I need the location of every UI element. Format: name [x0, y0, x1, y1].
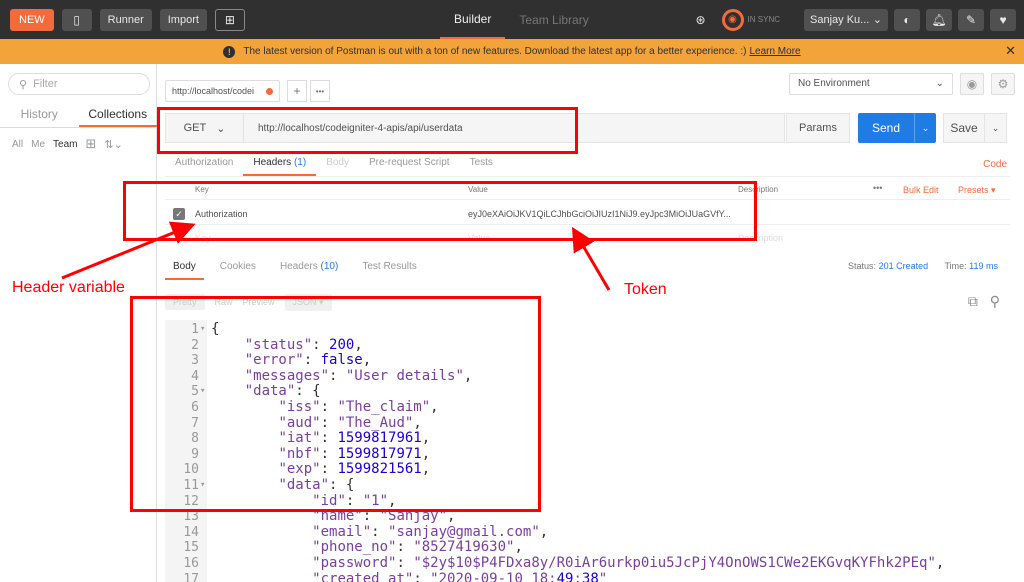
send-label: Send: [871, 121, 901, 135]
code-text: "phone_no": "8527419630",: [312, 539, 523, 556]
time-value: 119 ms: [969, 261, 998, 271]
new-window-icon[interactable]: ⊞: [214, 8, 245, 31]
code-line: 16 "password": "$2y$10$P4FDxa8y/R0iAr6ur…: [165, 555, 1010, 572]
heart-icon[interactable]: ♥: [990, 8, 1016, 31]
request-sub-tabs: Authorization Headers (1) Body Pre-reque…: [165, 153, 1010, 177]
add-tab-button[interactable]: +: [287, 80, 307, 102]
environment-value: No Environment: [798, 78, 870, 89]
line-number: 16: [183, 556, 199, 571]
builder-tabs: Builder Team Library: [440, 0, 603, 39]
filter-input[interactable]: ⚲ Filter: [8, 73, 150, 95]
chevron-down-icon: ⌄: [935, 78, 944, 89]
import-button[interactable]: Import: [159, 8, 207, 31]
code-line: 15 "phone_no": "8527419630",: [165, 540, 1010, 556]
filter-placeholder: Filter: [33, 78, 58, 90]
warning-icon: !: [223, 45, 236, 58]
code-text: "password": "$2y$10$P4FDxa8y/R0iAr6urkp0…: [312, 555, 945, 571]
tab-headers[interactable]: Headers (1): [243, 153, 317, 176]
tab-authorization[interactable]: Authorization: [165, 153, 243, 176]
sync-icon: ◉: [721, 8, 744, 31]
filter-all[interactable]: All: [12, 139, 23, 150]
top-right-tools: ⊛ ◉ IN SYNC Sanjay Ku... ⌄ ◐ 🔔︎ ✎ ♥: [682, 0, 1016, 39]
tab-test-results[interactable]: Test Results: [354, 258, 424, 280]
save-label: Save: [950, 121, 978, 135]
line-number: 17: [183, 571, 199, 582]
tab-collections[interactable]: Collections: [78, 102, 157, 127]
copy-icon[interactable]: ⧉: [968, 293, 978, 309]
response-annotation-box: [130, 296, 541, 512]
tab-pre-request-script[interactable]: Pre-request Script: [359, 153, 460, 176]
url-annotation-box: [157, 107, 578, 154]
environment-select[interactable]: No Environment ⌄: [789, 73, 953, 95]
code-line: 17 "created_at": "2020-09-10 18:49:38": [165, 570, 1010, 582]
response-headers-label: Headers: [279, 261, 318, 272]
sidebar-tools: All Me Team ⊞ ⇅⌄: [12, 136, 131, 152]
banner-text: The latest version of Postman is out wit…: [243, 46, 747, 57]
tab-team-library[interactable]: Team Library: [505, 0, 602, 39]
sort-icon[interactable]: ⇅⌄: [104, 138, 122, 151]
time-label: Time:: [944, 261, 967, 271]
sidebar-toggle-icon[interactable]: ▯: [61, 8, 92, 31]
update-banner: ! The latest version of Postman is out w…: [0, 39, 1024, 64]
new-button[interactable]: NEW: [10, 8, 54, 31]
params-button[interactable]: Params: [786, 113, 850, 143]
response-status: Status: 201 Created Time: 119 ms: [848, 261, 998, 271]
response-tools: ⧉ ⚲: [968, 293, 1000, 310]
sidebar-tabs: History Collections: [0, 102, 157, 128]
header-annotation-box: [123, 181, 757, 241]
user-name: Sanjay Ku...: [810, 13, 870, 26]
new-collection-icon[interactable]: ⊞: [85, 136, 96, 152]
code-line: 14 "email": "sanjay@gmail.com",: [165, 523, 1010, 541]
chevron-down-icon[interactable]: ⌄: [914, 113, 936, 143]
close-icon[interactable]: ✕: [1005, 43, 1016, 59]
tab-history[interactable]: History: [0, 102, 79, 127]
wrench-icon[interactable]: ✎: [958, 8, 984, 31]
tab-more-button[interactable]: •••: [310, 80, 330, 102]
satellite-icon[interactable]: ◐: [894, 8, 920, 31]
tab-headers-count: (1): [293, 157, 307, 168]
sync-label: IN SYNC: [747, 15, 780, 24]
status-value: 201 Created: [878, 261, 929, 271]
request-tab[interactable]: http://localhost/codei: [165, 80, 280, 102]
top-bar: NEW ▯ Runner Import ⊞ Builder Team Libra…: [0, 0, 1024, 39]
runner-button[interactable]: Runner: [99, 8, 152, 31]
send-button[interactable]: Send ⌄: [858, 113, 936, 143]
status-label: Status:: [848, 261, 877, 271]
header-variable-label: Header variable: [12, 279, 125, 296]
chevron-down-icon[interactable]: ⌄: [984, 114, 1006, 142]
bulk-edit-link[interactable]: Bulk Edit: [903, 185, 939, 195]
presets-dropdown[interactable]: Presets ▾: [958, 185, 996, 196]
eye-icon[interactable]: ◉: [960, 73, 984, 95]
token-label: Token: [624, 281, 667, 298]
search-icon[interactable]: ⚲: [990, 293, 1000, 309]
line-number: 15: [183, 540, 199, 556]
chevron-down-icon: ⌄: [872, 14, 882, 26]
tab-body[interactable]: Body: [316, 153, 359, 176]
filter-team[interactable]: Team: [53, 139, 77, 150]
tab-builder[interactable]: Builder: [440, 0, 506, 39]
line-number: 14: [183, 524, 199, 540]
tab-response-body[interactable]: Body: [165, 258, 204, 280]
user-dropdown[interactable]: Sanjay Ku... ⌄: [804, 8, 888, 31]
unsaved-dot-icon: [266, 87, 273, 95]
tab-headers-label: Headers: [253, 157, 292, 168]
code-text: "created_at": "2020-09-10 18:49:38": [312, 570, 608, 582]
tab-tests[interactable]: Tests: [460, 153, 503, 176]
learn-more-link[interactable]: Learn More: [749, 46, 800, 57]
more-options-icon[interactable]: •••: [873, 183, 882, 193]
request-tab-title: http://localhost/codei: [172, 86, 255, 96]
interceptor-icon[interactable]: ⊛: [688, 9, 714, 31]
response-headers-count: (10): [320, 261, 339, 272]
filter-me[interactable]: Me: [31, 139, 45, 150]
code-link[interactable]: Code: [983, 159, 1007, 170]
bell-icon[interactable]: 🔔︎: [926, 8, 952, 31]
tab-cookies[interactable]: Cookies: [212, 258, 264, 280]
save-button[interactable]: Save ⌄: [943, 113, 1007, 143]
sync-status[interactable]: ◉ IN SYNC: [721, 8, 780, 31]
code-text: "email": "sanjay@gmail.com",: [312, 523, 549, 540]
gear-icon[interactable]: ⚙: [991, 73, 1015, 95]
search-icon: ⚲: [19, 78, 28, 91]
tab-response-headers[interactable]: Headers (10): [272, 258, 346, 280]
